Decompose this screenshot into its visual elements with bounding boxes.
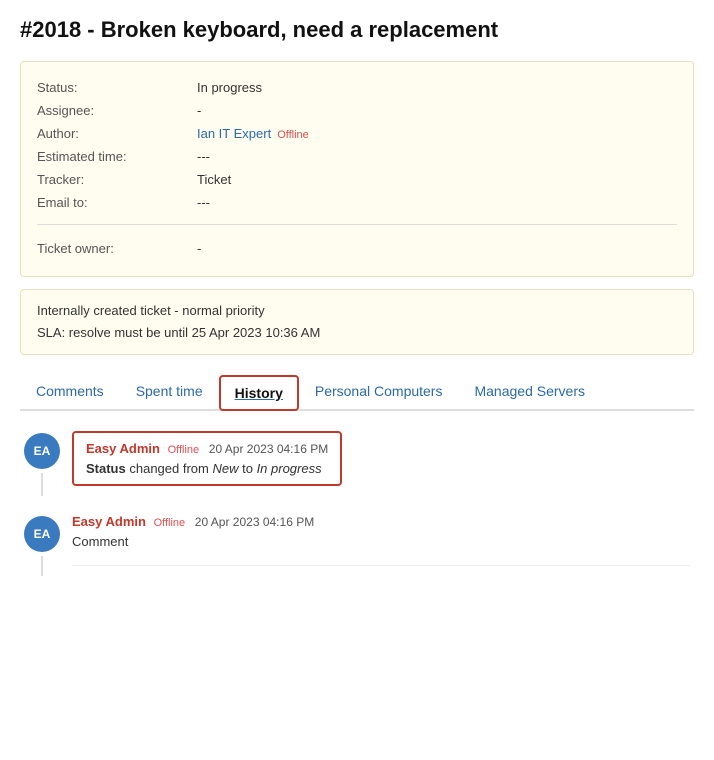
assignee-value: - — [197, 103, 201, 118]
history-header-2: Easy Admin Offline 20 Apr 2023 04:16 PM — [72, 514, 690, 529]
author-online-status: Offline — [277, 129, 309, 141]
estimated-value: --- — [197, 149, 210, 164]
history-date-2: 20 Apr 2023 04:16 PM — [195, 515, 314, 529]
history-change-bold-1: Status — [86, 461, 126, 476]
timeline-line-1 — [41, 473, 43, 496]
history-header-1: Easy Admin Offline 20 Apr 2023 04:16 PM — [86, 441, 328, 456]
owner-label: Ticket owner: — [37, 241, 197, 256]
history-status-1: Offline — [168, 444, 200, 456]
status-value: In progress — [197, 80, 262, 95]
assignee-label: Assignee: — [37, 103, 197, 118]
entry-left-2: EA — [24, 514, 60, 576]
owner-row: Ticket owner: - — [37, 235, 677, 262]
history-status-2: Offline — [154, 517, 186, 529]
entry-right-1: Easy Admin Offline 20 Apr 2023 04:16 PM … — [72, 431, 690, 496]
entry-left-1: EA — [24, 431, 60, 496]
avatar-2: EA — [24, 516, 60, 552]
ticket-info-box: Status: In progress Assignee: - Author: … — [20, 61, 694, 277]
tab-spent-time[interactable]: Spent time — [120, 373, 219, 409]
assignee-row: Assignee: - — [37, 99, 677, 122]
owner-value: - — [197, 241, 201, 256]
email-row: Email to: --- — [37, 191, 677, 214]
status-row: Status: In progress — [37, 76, 677, 99]
tracker-row: Tracker: Ticket — [37, 168, 677, 191]
tracker-value: Ticket — [197, 172, 231, 187]
estimated-row: Estimated time: --- — [37, 145, 677, 168]
timeline-line-2 — [41, 556, 43, 576]
ticket-title: #2018 - Broken keyboard, need a replacem… — [20, 16, 694, 45]
estimated-label: Estimated time: — [37, 149, 197, 164]
history-section: EA Easy Admin Offline 20 Apr 2023 04:16 … — [20, 431, 694, 576]
tab-history[interactable]: History — [219, 375, 299, 411]
author-row: Author: Ian IT Expert Offline — [37, 122, 677, 145]
tab-personal-computers[interactable]: Personal Computers — [299, 373, 459, 409]
history-change-mid-1: to — [238, 461, 256, 476]
tabs-container: Comments Spent time History Personal Com… — [20, 373, 694, 411]
history-change-to-1: In progress — [257, 461, 322, 476]
history-change-from-1: New — [212, 461, 238, 476]
email-value: --- — [197, 195, 210, 210]
history-date-1: 20 Apr 2023 04:16 PM — [209, 442, 328, 456]
history-change-pre-1: changed from — [129, 461, 212, 476]
tab-comments[interactable]: Comments — [20, 373, 120, 409]
author-label: Author: — [37, 126, 197, 141]
history-change-1: Status changed from New to In progress — [86, 461, 328, 476]
avatar-1: EA — [24, 433, 60, 469]
email-label: Email to: — [37, 195, 197, 210]
history-entry-1: EA Easy Admin Offline 20 Apr 2023 04:16 … — [24, 431, 690, 496]
history-author-2: Easy Admin — [72, 514, 146, 529]
history-bubble-1: Easy Admin Offline 20 Apr 2023 04:16 PM … — [72, 431, 342, 486]
sla-line1: Internally created ticket - normal prior… — [37, 300, 677, 322]
tab-managed-servers[interactable]: Managed Servers — [458, 373, 601, 409]
history-comment-2: Comment — [72, 534, 690, 566]
history-author-1: Easy Admin — [86, 441, 160, 456]
history-entry-2: EA Easy Admin Offline 20 Apr 2023 04:16 … — [24, 514, 690, 576]
sla-section: Internally created ticket - normal prior… — [20, 289, 694, 355]
author-name[interactable]: Ian IT Expert — [197, 126, 271, 141]
info-divider — [37, 224, 677, 225]
tracker-label: Tracker: — [37, 172, 197, 187]
status-label: Status: — [37, 80, 197, 95]
entry-right-2: Easy Admin Offline 20 Apr 2023 04:16 PM … — [72, 514, 690, 576]
sla-line2: SLA: resolve must be until 25 Apr 2023 1… — [37, 322, 677, 344]
